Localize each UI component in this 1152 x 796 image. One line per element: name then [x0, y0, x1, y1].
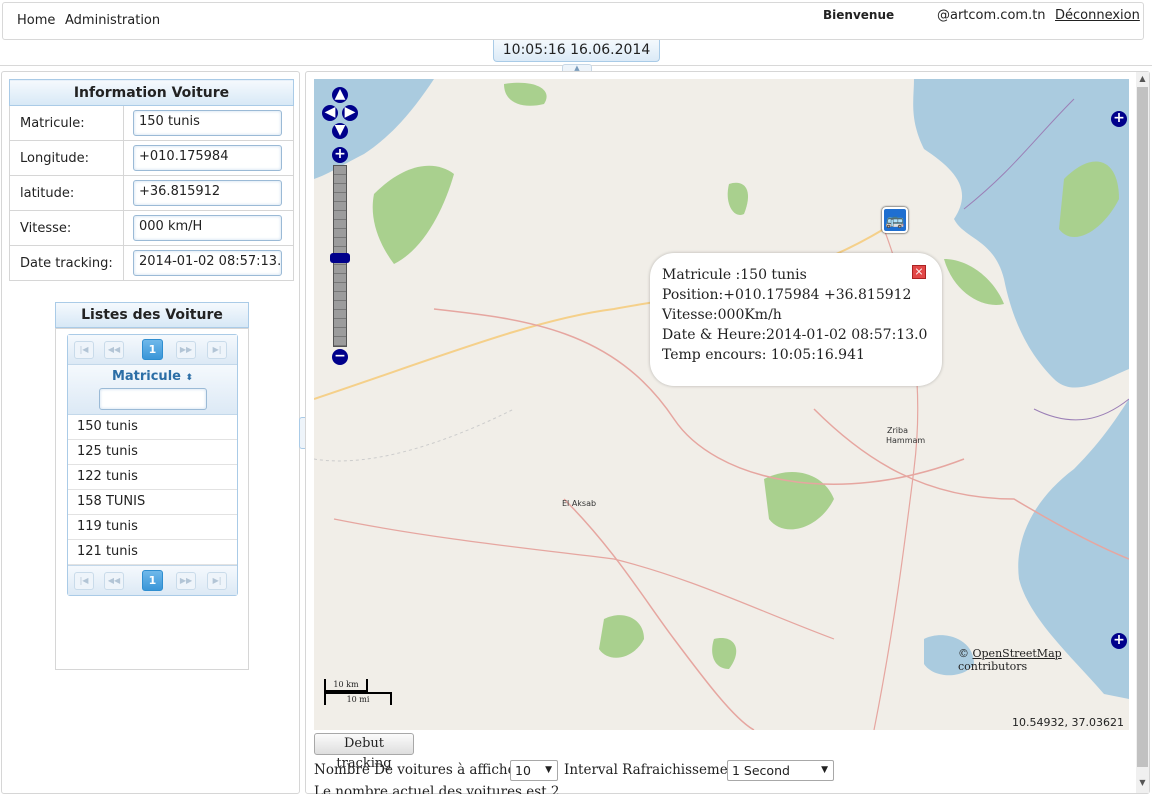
- mouse-coordinates: 10.54932, 37.03621: [1012, 716, 1124, 729]
- page-number-button[interactable]: 1: [142, 339, 163, 360]
- map-label-zriba: Zriba: [887, 426, 908, 435]
- layer-switcher-icon[interactable]: +: [1111, 111, 1127, 127]
- list-item[interactable]: 125 tunis: [68, 440, 237, 465]
- last-page-button[interactable]: ▶|: [207, 341, 227, 359]
- next-page-button[interactable]: ▶▶: [176, 341, 196, 359]
- latitude-label: latitude:: [9, 175, 124, 211]
- interval-select[interactable]: 1 Second ▼: [727, 760, 834, 781]
- info-row-longitude: Longitude: +010.175984: [9, 140, 294, 176]
- list-container: |◀ ◀◀ 1 ▶▶ ▶| Matricule ⬍ 150 tunis 125 …: [55, 328, 249, 670]
- prev-page-button[interactable]: ◀◀: [104, 572, 124, 590]
- scale-km: 10 km: [324, 679, 368, 692]
- vehicle-popup: Matricule :150 tunis Position:+010.17598…: [650, 253, 942, 386]
- nav-administration-link[interactable]: Administration: [65, 13, 160, 28]
- popup-close-icon[interactable]: ×: [912, 265, 926, 279]
- popup-date: Date & Heure:2014-01-02 08:57:13.0: [662, 327, 928, 343]
- map-label-el-aksab: El Aksab: [562, 499, 597, 508]
- count-select-value: 10: [515, 763, 531, 778]
- top-bar: Home Administration Bienvenue @artcom.co…: [2, 2, 1144, 40]
- debut-tracking-button[interactable]: Debut tracking: [314, 733, 414, 771]
- pan-right-icon[interactable]: ▶: [342, 105, 358, 121]
- attribution-copyright: ©: [958, 647, 969, 660]
- next-page-button[interactable]: ▶▶: [176, 572, 196, 590]
- user-email: @artcom.com.tn: [937, 8, 1046, 23]
- count-label: Nombre De voitures à afficher?: [314, 762, 530, 778]
- map-view[interactable]: El Aksab Zriba Hammam ▲ ◀ ▶ ▼ + − + + 🚌 …: [314, 79, 1129, 730]
- info-row-vitesse: Vitesse: 000 km/H: [9, 210, 294, 246]
- map-background: [314, 79, 1129, 730]
- right-panel: El Aksab Zriba Hammam ▲ ◀ ▶ ▼ + − + + 🚌 …: [305, 71, 1150, 794]
- scale-bar: 10 km 10 mi: [324, 679, 394, 719]
- info-row-latitude: latitude: +36.815912: [9, 175, 294, 211]
- matricule-column-label: Matricule: [111, 369, 181, 384]
- attribution-suffix: contributors: [958, 660, 1028, 673]
- interval-label: Interval Rafraichissement?: [564, 762, 750, 778]
- vehicle-marker-icon[interactable]: 🚌: [882, 207, 908, 233]
- info-row-date: Date tracking: 2014-01-02 08:57:13.0: [9, 245, 294, 281]
- pager-top: |◀ ◀◀ 1 ▶▶ ▶|: [68, 335, 237, 365]
- settings-line: Nombre De voitures à afficher? 10 ▼ Inte…: [314, 760, 1134, 782]
- date-tracking-label: Date tracking:: [9, 245, 124, 281]
- info-voiture-title: Information Voiture: [9, 79, 294, 106]
- latitude-field[interactable]: +36.815912: [133, 180, 282, 206]
- scroll-thumb[interactable]: [1137, 87, 1148, 767]
- info-voiture-table: Information Voiture Matricule: 150 tunis…: [9, 79, 294, 281]
- list-title: Listes des Voiture: [55, 302, 249, 328]
- pan-up-icon[interactable]: ▲: [332, 87, 348, 103]
- matricule-column-header[interactable]: Matricule ⬍: [68, 365, 237, 415]
- first-page-button[interactable]: |◀: [74, 572, 94, 590]
- longitude-label: Longitude:: [9, 140, 124, 176]
- osm-link[interactable]: OpenStreetMap: [973, 647, 1062, 660]
- pan-down-icon[interactable]: ▼: [332, 123, 348, 139]
- date-tracking-field[interactable]: 2014-01-02 08:57:13.0: [133, 250, 282, 276]
- zoom-out-icon[interactable]: −: [332, 349, 348, 365]
- prev-page-button[interactable]: ◀◀: [104, 341, 124, 359]
- map-label-hammam: Hammam: [886, 436, 926, 445]
- list-item[interactable]: 150 tunis: [68, 415, 237, 440]
- vitesse-field[interactable]: 000 km/H: [133, 215, 282, 241]
- scroll-up-icon[interactable]: ▲: [1136, 74, 1149, 86]
- left-panel: Information Voiture Matricule: 150 tunis…: [1, 71, 300, 794]
- logout-link[interactable]: Déconnexion: [1055, 8, 1140, 23]
- list-item[interactable]: 121 tunis: [68, 540, 237, 565]
- info-row-matricule: Matricule: 150 tunis: [9, 105, 294, 141]
- pan-left-icon[interactable]: ◀: [322, 105, 338, 121]
- matricule-label: Matricule:: [9, 105, 124, 141]
- scale-mi: 10 mi: [324, 692, 392, 705]
- matricule-field[interactable]: 150 tunis: [133, 110, 282, 136]
- vehicle-grid: |◀ ◀◀ 1 ▶▶ ▶| Matricule ⬍ 150 tunis 125 …: [67, 334, 238, 596]
- popup-matricule: Matricule :150 tunis: [662, 267, 807, 283]
- pan-control: ▲ ◀ ▶ ▼: [322, 87, 358, 141]
- status-text: Le nombre actuel des voitures est 2: [314, 784, 560, 794]
- popup-position: Position:+010.175984 +36.815912: [662, 287, 912, 303]
- list-item[interactable]: 158 TUNIS: [68, 490, 237, 515]
- last-page-button[interactable]: ▶|: [207, 572, 227, 590]
- zoom-in-icon[interactable]: +: [332, 147, 348, 163]
- sort-icon[interactable]: ⬍: [186, 373, 194, 383]
- chevron-down-icon: ▼: [821, 765, 828, 775]
- longitude-field[interactable]: +010.175984: [133, 145, 282, 171]
- popup-temp: Temp encours: 10:05:16.941: [662, 347, 865, 363]
- matricule-filter-input[interactable]: [98, 388, 207, 410]
- clock-bar: 10:05:16 16.06.2014: [0, 40, 1152, 66]
- zoom-slider-handle[interactable]: [330, 253, 350, 263]
- list-item[interactable]: 119 tunis: [68, 515, 237, 540]
- first-page-button[interactable]: |◀: [74, 341, 94, 359]
- nav-home-link[interactable]: Home: [17, 13, 55, 28]
- page-number-button[interactable]: 1: [142, 570, 163, 591]
- chevron-down-icon: ▼: [545, 765, 552, 775]
- list-item[interactable]: 122 tunis: [68, 465, 237, 490]
- vitesse-label: Vitesse:: [9, 210, 124, 246]
- popup-vitesse: Vitesse:000Km/h: [662, 307, 782, 323]
- clock-display: 10:05:16 16.06.2014: [493, 40, 660, 62]
- interval-select-value: 1 Second: [732, 763, 790, 778]
- count-select[interactable]: 10 ▼: [510, 760, 558, 781]
- map-attribution: © OpenStreetMap contributors: [958, 647, 1129, 673]
- vertical-scrollbar[interactable]: ▲ ▼: [1136, 72, 1149, 793]
- pager-bottom: |◀ ◀◀ 1 ▶▶ ▶|: [68, 565, 237, 595]
- welcome-text: Bienvenue: [823, 8, 895, 22]
- scroll-down-icon[interactable]: ▼: [1136, 778, 1149, 790]
